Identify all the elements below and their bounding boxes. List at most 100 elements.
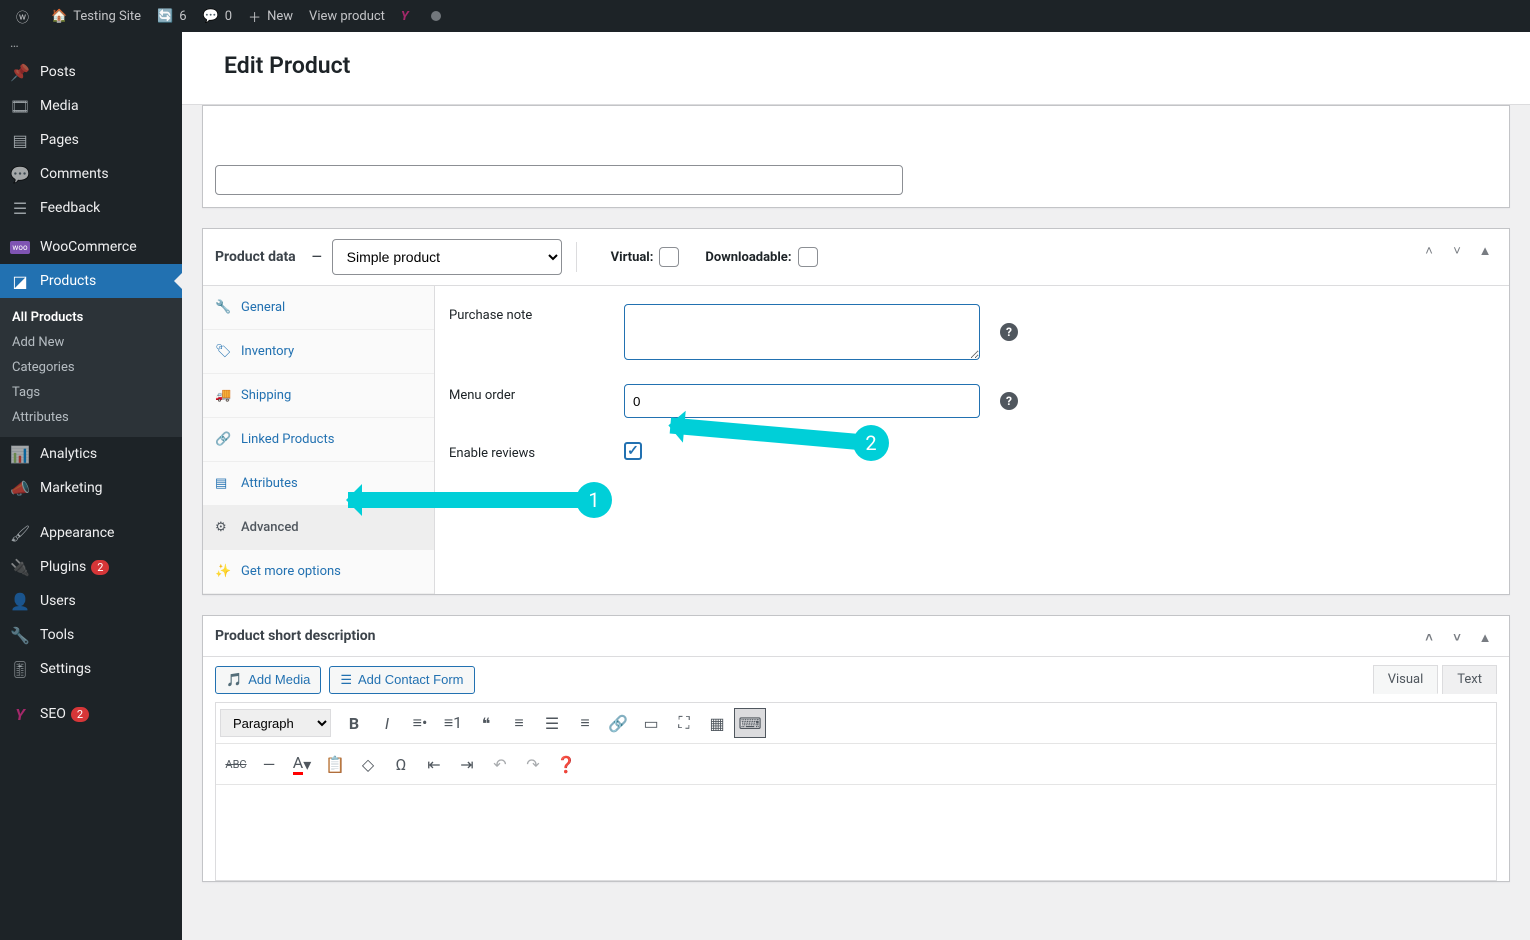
yoast-link[interactable]: Y bbox=[393, 0, 423, 32]
sidebar-item-media[interactable]: 🎞Media bbox=[0, 89, 182, 123]
tab-get-more[interactable]: ✨Get more options bbox=[203, 550, 434, 594]
sidebar-item-tools[interactable]: 🔧Tools bbox=[0, 618, 182, 652]
submenu-attributes[interactable]: Attributes bbox=[0, 405, 182, 430]
plugins-badge: 2 bbox=[91, 560, 109, 575]
help-icon-2[interactable]: ? bbox=[1000, 392, 1018, 410]
sidebar-item-products[interactable]: ◪Products bbox=[0, 264, 182, 298]
comment-icon: 💬 bbox=[203, 9, 219, 24]
link-button[interactable]: 🔗 bbox=[602, 708, 634, 738]
clear-format-button[interactable]: ◇ bbox=[352, 749, 384, 779]
submenu-all-products[interactable]: All Products bbox=[0, 305, 182, 330]
redo-button[interactable]: ↷ bbox=[517, 749, 549, 779]
new-link[interactable]: ＋New bbox=[240, 0, 301, 32]
panel-toggle-icon[interactable]: ▲ bbox=[1473, 239, 1497, 263]
align-center-button[interactable]: ☰ bbox=[536, 708, 568, 738]
tab-advanced[interactable]: ⚙Advanced bbox=[203, 506, 434, 550]
outdent-button[interactable]: ⇤ bbox=[418, 749, 450, 779]
quote-button[interactable]: ❝ bbox=[470, 708, 502, 738]
panel-down-icon-2[interactable]: ˅ bbox=[1445, 626, 1469, 650]
analytics-icon: 📊 bbox=[10, 445, 30, 464]
purchase-note-input[interactable] bbox=[624, 304, 980, 360]
sidebar-item-analytics[interactable]: 📊Analytics bbox=[0, 437, 182, 471]
panel-up-icon[interactable]: ˄ bbox=[1417, 239, 1441, 263]
status-dot-icon bbox=[431, 11, 441, 21]
ul-button[interactable]: ≡• bbox=[404, 708, 436, 738]
paste-button[interactable]: 📋 bbox=[319, 749, 351, 779]
editor-tab-text[interactable]: Text bbox=[1442, 665, 1497, 694]
appearance-label: Appearance bbox=[40, 525, 114, 541]
toolbar-toggle-button[interactable]: ▦ bbox=[701, 708, 733, 738]
users-icon: 👤 bbox=[10, 592, 30, 611]
submenu-categories[interactable]: Categories bbox=[0, 355, 182, 380]
bold-button[interactable]: B bbox=[338, 708, 370, 738]
special-char-button[interactable]: Ω bbox=[385, 749, 417, 779]
virtual-checkbox[interactable] bbox=[659, 247, 679, 267]
submenu-tags[interactable]: Tags bbox=[0, 380, 182, 405]
editor-content-area[interactable] bbox=[216, 785, 1496, 880]
panel-toggle-icon-2[interactable]: ▲ bbox=[1473, 626, 1497, 650]
ol-button[interactable]: ≡1 bbox=[437, 708, 469, 738]
updates-link[interactable]: 🔄6 bbox=[149, 0, 195, 32]
kitchen-sink-button[interactable]: ⌨ bbox=[734, 708, 766, 738]
status-dot-link[interactable] bbox=[423, 0, 449, 32]
marketing-icon: 📣 bbox=[10, 479, 30, 498]
fullscreen-button[interactable]: ⛶ bbox=[668, 708, 700, 738]
add-media-button[interactable]: 🎵Add Media bbox=[215, 666, 321, 694]
wp-logo-link[interactable]: ⓦ bbox=[8, 0, 43, 32]
strike-button[interactable]: ABC bbox=[220, 749, 252, 779]
editor-tab-visual[interactable]: Visual bbox=[1373, 665, 1439, 694]
sparkle-icon: ✨ bbox=[215, 564, 233, 579]
tag-icon: 🏷 bbox=[215, 344, 233, 359]
sidebar-item-feedback[interactable]: ☰Feedback bbox=[0, 191, 182, 225]
sidebar-item-users[interactable]: 👤Users bbox=[0, 584, 182, 618]
hr-button[interactable]: — bbox=[253, 749, 285, 779]
yoast-icon: Y bbox=[401, 9, 409, 24]
tools-label: Tools bbox=[40, 627, 74, 643]
updates-count: 6 bbox=[179, 9, 186, 24]
editor-placeholder-input[interactable] bbox=[215, 165, 903, 195]
tab-general[interactable]: 🔧General bbox=[203, 286, 434, 330]
refresh-icon: 🔄 bbox=[157, 9, 173, 24]
sidebar-item-woocommerce[interactable]: wooWooCommerce bbox=[0, 230, 182, 264]
appearance-icon: 🖌 bbox=[10, 524, 30, 543]
downloadable-checkbox[interactable] bbox=[798, 247, 818, 267]
tab-inventory[interactable]: 🏷Inventory bbox=[203, 330, 434, 374]
annotation-circle-1: 1 bbox=[576, 482, 612, 518]
product-data-title: Product data bbox=[215, 249, 296, 265]
help-button[interactable]: ❓ bbox=[550, 749, 582, 779]
align-right-button[interactable]: ≡ bbox=[569, 708, 601, 738]
comments-link[interactable]: 💬0 bbox=[195, 0, 241, 32]
sidebar-item-marketing[interactable]: 📣Marketing bbox=[0, 471, 182, 505]
sidebar-item-pages[interactable]: ▤Pages bbox=[0, 123, 182, 157]
undo-button[interactable]: ↶ bbox=[484, 749, 516, 779]
indent-button[interactable]: ⇥ bbox=[451, 749, 483, 779]
sidebar-item-settings[interactable]: 🎚Settings bbox=[0, 652, 182, 686]
format-select[interactable]: Paragraph bbox=[220, 709, 331, 737]
tab-linked-products[interactable]: 🔗Linked Products bbox=[203, 418, 434, 462]
sidebar-item-comments[interactable]: 💬Comments bbox=[0, 157, 182, 191]
content-area: Edit Product Product data — Simple produ… bbox=[182, 32, 1530, 940]
woo-icon: woo bbox=[10, 241, 30, 254]
new-label: New bbox=[267, 9, 293, 24]
tab-shipping[interactable]: 🚚Shipping bbox=[203, 374, 434, 418]
sidebar-item-seo[interactable]: YSEO2 bbox=[0, 697, 182, 731]
product-type-select[interactable]: Simple product bbox=[332, 239, 562, 275]
view-product-link[interactable]: View product bbox=[301, 0, 393, 32]
site-link[interactable]: 🏠Testing Site bbox=[43, 0, 149, 32]
sidebar-item-posts[interactable]: 📌Posts bbox=[0, 55, 182, 89]
add-contact-form-button[interactable]: ☰Add Contact Form bbox=[329, 666, 474, 694]
comments-icon: 💬 bbox=[10, 165, 30, 184]
submenu-add-new[interactable]: Add New bbox=[0, 330, 182, 355]
panel-down-icon[interactable]: ˅ bbox=[1445, 239, 1469, 263]
sidebar-item-appearance[interactable]: 🖌 Appearance bbox=[0, 516, 182, 550]
italic-button[interactable]: I bbox=[371, 708, 403, 738]
gear-icon: ⚙ bbox=[215, 520, 233, 535]
textcolor-button[interactable]: A▾ bbox=[286, 749, 318, 779]
panel-up-icon-2[interactable]: ˄ bbox=[1417, 626, 1441, 650]
help-icon[interactable]: ? bbox=[1000, 323, 1018, 341]
sidebar-item-plugins[interactable]: 🔌Plugins2 bbox=[0, 550, 182, 584]
more-button[interactable]: ▭ bbox=[635, 708, 667, 738]
form-icon: ☰ bbox=[340, 672, 352, 688]
align-left-button[interactable]: ≡ bbox=[503, 708, 535, 738]
enable-reviews-checkbox[interactable]: ✓ bbox=[624, 442, 642, 460]
